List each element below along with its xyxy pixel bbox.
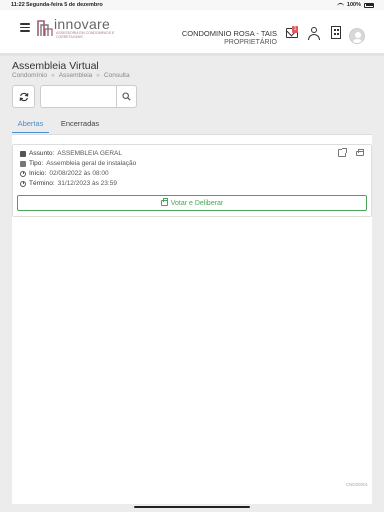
assunto-label: Assunto: — [29, 150, 55, 157]
hamburger-menu-icon[interactable] — [20, 23, 30, 32]
breadcrumb-item-consulta: Consulta — [103, 72, 130, 79]
avatar[interactable] — [349, 28, 365, 44]
tab-abertas[interactable]: Abertas — [12, 116, 49, 133]
book-icon — [20, 150, 26, 157]
breadcrumb-item-condominio[interactable]: Condomínio — [12, 72, 47, 79]
vote-button-label: Votar e Deliberar — [170, 199, 224, 207]
tipo-book-icon — [20, 160, 26, 167]
inicio-row: Início: 02/08/2022 às 08:00 — [20, 170, 109, 177]
ballot-box-icon — [160, 198, 168, 206]
assunto-value: ASSEMBLEIA GERAL — [57, 150, 122, 157]
clock-icon — [20, 180, 26, 187]
termino-value: 31/12/2023 às 23:59 — [57, 180, 117, 187]
refresh-icon — [19, 92, 28, 101]
logo-tagline: ASSESSORIA EM CONDOMÍNIOS E CORRETAGENS — [56, 31, 115, 39]
assembly-list-panel: Assunto: ASSEMBLEIA GERAL Tipo: Assemble… — [12, 134, 372, 504]
clock-icon — [20, 170, 26, 177]
search-box — [40, 85, 137, 108]
inicio-label: Início: — [29, 170, 47, 177]
page-title: Assembleia Virtual — [12, 60, 99, 72]
termino-label: Término: — [29, 180, 55, 187]
user-role: PROPRIETÁRIO — [224, 39, 277, 46]
inicio-value: 02/08/2022 às 08:00 — [49, 170, 109, 177]
breadcrumb-item-assembleia[interactable]: Assembleia — [59, 72, 93, 79]
mail-badge: 1 — [292, 26, 298, 33]
search-icon — [122, 92, 131, 101]
building-icon[interactable] — [331, 26, 341, 39]
innovare-logo[interactable]: innovare ASSESSORIA EM CONDOMÍNIOS E COR… — [37, 16, 117, 46]
user-profile-icon[interactable] — [308, 27, 320, 40]
battery-percent: 100% — [346, 2, 361, 8]
condo-info[interactable]: CONDOMINIO ROSA - TAIS PROPRIETÁRIO — [182, 29, 277, 47]
open-external-icon[interactable] — [338, 148, 347, 157]
wifi-icon — [336, 2, 344, 8]
breadcrumb-separator: » — [96, 72, 100, 79]
home-indicator[interactable] — [134, 506, 250, 508]
screen-code: CND00001 — [345, 482, 368, 487]
status-bar: 11:22 Segunda-feira 5 de dezembro 100% — [0, 0, 384, 10]
breadcrumb: Condomínio » Assembleia » Consulta — [12, 72, 130, 79]
logo-wordmark: innovare — [54, 16, 111, 32]
card-actions — [338, 148, 364, 157]
search-input[interactable] — [41, 86, 117, 107]
refresh-button[interactable] — [12, 85, 35, 108]
vote-button[interactable]: Votar e Deliberar — [17, 195, 367, 211]
assembly-card: Assunto: ASSEMBLEIA GERAL Tipo: Assemble… — [12, 144, 372, 217]
condo-name: CONDOMINIO ROSA - TAIS — [181, 29, 277, 38]
status-date: Segunda-feira 5 de dezembro — [26, 2, 103, 8]
tab-encerradas[interactable]: Encerradas — [58, 116, 102, 133]
breadcrumb-separator: » — [51, 72, 55, 79]
search-button[interactable] — [116, 86, 136, 107]
logo-mark-icon — [37, 20, 53, 36]
status-tabs: Abertas Encerradas — [12, 116, 372, 134]
tipo-value: Assembleia geral de instalação — [46, 160, 137, 167]
tipo-row: Tipo: Assembleia geral de instalação — [20, 160, 136, 167]
assunto-row: Assunto: ASSEMBLEIA GERAL — [20, 150, 122, 157]
termino-row: Término: 31/12/2023 às 23:59 — [20, 180, 117, 187]
battery-icon — [364, 2, 374, 8]
status-right: 100% — [336, 2, 374, 8]
status-time: 11:22 — [11, 2, 25, 8]
tipo-label: Tipo: — [29, 160, 44, 167]
print-icon[interactable] — [356, 149, 364, 156]
